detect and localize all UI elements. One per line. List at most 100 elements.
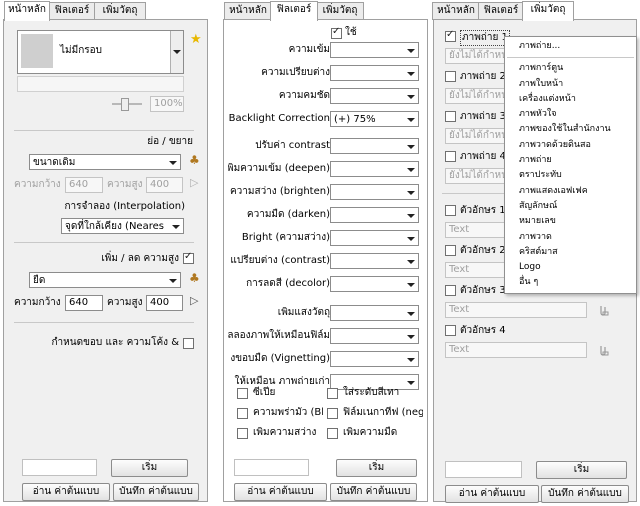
menu-item[interactable]: ภาพการ์ตูน [505,61,636,76]
filter-dropdown[interactable] [330,88,419,104]
frame-selector[interactable]: ไม่มีกรอบ [17,30,184,74]
canvas-width-input[interactable]: 640 [65,295,103,311]
canvas-height-input[interactable]: 400 [146,295,183,311]
opacity-slider-thumb[interactable] [121,98,129,111]
menu-item[interactable]: ภาพถ่าย [505,153,636,168]
filters-panel: หน้าหลัก ฟิลเตอร์ เพิ่มวัตถุ ใช้ ความเข้… [220,0,430,506]
filter-dropdown[interactable]: (+) 75% [330,111,419,127]
filter-dropdown[interactable] [330,328,419,344]
filter-checkbox[interactable] [327,408,338,419]
chevron-down-icon [407,95,415,99]
filter-label: เพิ่มแสงวัตถุ [277,307,330,318]
filter-value: (+) 75% [334,114,376,125]
tab-filters[interactable]: ฟิลเตอร์ [48,2,96,20]
menu-item[interactable]: คริสต์มาส [505,245,636,260]
filter-dropdown[interactable] [330,184,419,200]
save-preset-button[interactable]: บันทึก ค่าต้นแบบ [113,483,199,501]
frame-scrollbar[interactable] [17,76,184,92]
menu-item[interactable]: ภาพของใช้ในสำนักงาน [505,122,636,137]
text-checkbox[interactable] [445,245,456,256]
canvas-mode-value: ยืด [33,275,46,286]
filter-checkbox[interactable] [327,388,338,399]
menu-item[interactable]: เครื่องแต่งหน้า [505,92,636,107]
status-field [22,459,97,476]
filter-dropdown[interactable] [330,42,419,58]
attach-icon[interactable] [597,304,609,316]
filter-checkbox[interactable] [237,388,248,399]
favorite-star-icon[interactable]: ★ [190,32,202,47]
filter-dropdown[interactable] [330,305,419,321]
filter-dropdown[interactable] [330,65,419,81]
attach-icon[interactable] [597,344,609,356]
play-icon[interactable]: ▷ [190,294,198,307]
acorn-icon[interactable]: ♣ [189,153,200,167]
canvas-title: เพิ่ม / ลด ความสูง [101,253,179,264]
tab-objects[interactable]: เพิ่มวัตถุ [94,2,146,20]
filter-dropdown[interactable] [330,207,419,223]
tab-filters[interactable]: ฟิลเตอร์ [270,1,318,21]
menu-item[interactable]: ภาพวาดด้วยดินสอ [505,138,636,153]
save-preset-button[interactable]: บันทึก ค่าต้นแบบ [541,485,629,503]
menu-item[interactable]: อื่น ๆ [505,275,636,290]
text-input[interactable]: Text [445,342,587,358]
tab-objects[interactable]: เพิ่มวัตถุ [522,1,574,21]
save-preset-button[interactable]: บันทึก ค่าต้นแบบ [330,483,417,501]
menu-item[interactable]: ภาพใบหน้า [505,77,636,92]
main-panel: หน้าหลัก ฟิลเตอร์ เพิ่มวัตถุ ไม่มีกรอบ ★… [0,0,210,506]
frame-dropdown-button[interactable] [170,31,183,73]
filter-dropdown[interactable] [330,230,419,246]
text-input[interactable]: Text [445,302,587,318]
use-filters-checkbox[interactable] [331,26,342,39]
load-preset-button[interactable]: อ่าน ค่าต้นแบบ [22,483,110,501]
image-checkbox[interactable] [445,151,456,162]
filter-dropdown[interactable] [330,253,419,269]
tab-main[interactable]: หน้าหลัก [4,1,50,21]
menu-item[interactable]: หมายเลข [505,214,636,229]
size-mode-dropdown[interactable]: ขนาดเดิม [29,154,181,170]
interpolation-dropdown[interactable]: จุดที่ใกล้เคียง (Neares [61,218,184,234]
filter-label: Backlight Correction) [228,113,330,124]
menu-item[interactable]: ภาพวาด [505,230,636,245]
canvas-mode-dropdown[interactable]: ยืด [29,272,181,288]
chevron-down-icon [407,237,415,241]
filter-dropdown[interactable] [330,351,419,367]
text-checkbox[interactable] [445,325,456,336]
menu-item[interactable]: ภาพหัวใจ [505,107,636,122]
start-button[interactable]: เริ่ม [111,459,188,477]
filter-dropdown[interactable] [330,161,419,177]
menu-item[interactable]: Logo [505,260,636,275]
image-checkbox[interactable] [445,71,456,82]
width-input[interactable]: 640 [65,177,103,193]
start-button[interactable]: เริ่ม [336,459,417,477]
tab-filters[interactable]: ฟิลเตอร์ [478,2,524,20]
resize-title: ย่อ / ขยาย [147,136,193,147]
text-checkbox[interactable] [445,205,456,216]
canvas-checkbox[interactable] [183,251,194,264]
play-icon: ▷ [190,176,199,189]
load-preset-button[interactable]: อ่าน ค่าต้นแบบ [445,485,539,503]
tab-main[interactable]: หน้าหลัก [224,2,272,20]
start-button[interactable]: เริ่ม [536,461,627,479]
menu-item[interactable]: ตราประทับ [505,168,636,183]
image-checkbox[interactable] [445,111,456,122]
tab-objects[interactable]: เพิ่มวัตถุ [316,2,364,20]
acorn-icon[interactable]: ♣ [189,271,200,285]
filter-label: ความเปรียบต่าง [261,67,330,78]
filter-checkbox[interactable] [327,428,338,439]
filter-checkbox[interactable] [237,408,248,419]
load-preset-button[interactable]: อ่าน ค่าต้นแบบ [234,483,327,501]
filter-checkbox[interactable] [237,428,248,439]
filter-dropdown[interactable] [330,276,419,292]
filter-checkbox-label: เพิ่มความมืด [343,427,398,438]
filter-dropdown[interactable] [330,138,419,154]
text-checkbox[interactable] [445,285,456,296]
interpolation-label: การจำลอง (Interpolation) [64,201,185,212]
menu-item[interactable]: ภาพแสดงเอฟเฟค [505,184,636,199]
tab-main[interactable]: หน้าหลัก [432,2,480,20]
height-input[interactable]: 400 [146,177,183,193]
image-checkbox[interactable] [445,29,456,42]
menu-item[interactable]: สัญลักษณ์ [505,199,636,214]
filter-label: พิ่มความเข้ม (deepen) [228,163,330,174]
border-checkbox[interactable] [183,338,194,349]
menu-item[interactable]: ภาพถ่าย... [505,39,636,54]
